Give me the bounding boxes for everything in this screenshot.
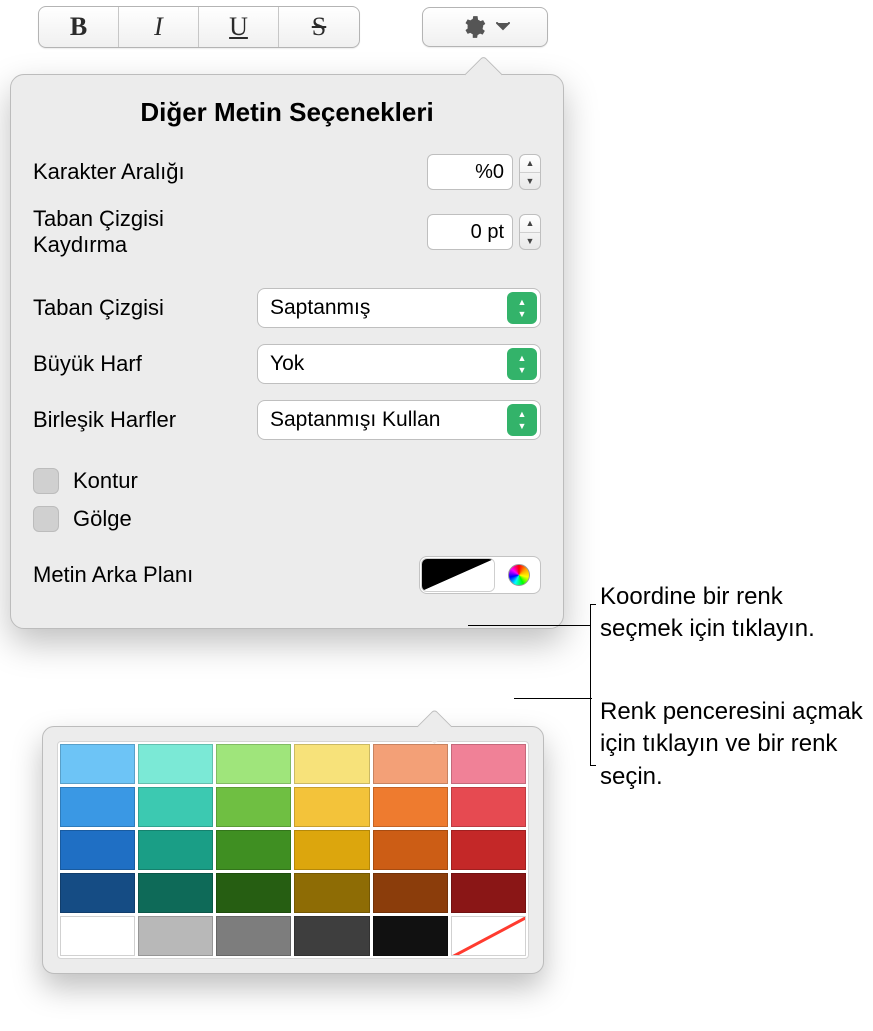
text-background-label: Metin Arka Planı xyxy=(33,562,263,588)
capitalization-label: Büyük Harf xyxy=(33,351,243,377)
baseline-row: Taban Çizgisi Saptanmış ▲▼ xyxy=(11,280,563,336)
color-swatch[interactable] xyxy=(294,916,369,956)
color-swatch[interactable] xyxy=(216,916,291,956)
color-swatch[interactable] xyxy=(216,873,291,913)
more-text-options-button[interactable] xyxy=(422,7,548,47)
text-background-color-well[interactable] xyxy=(421,558,495,592)
color-swatch[interactable] xyxy=(451,830,526,870)
outline-label: Kontur xyxy=(73,468,138,494)
color-swatch[interactable] xyxy=(373,916,448,956)
bold-button[interactable]: B xyxy=(39,7,119,47)
color-swatch[interactable] xyxy=(294,830,369,870)
color-swatch[interactable] xyxy=(216,830,291,870)
popup-arrows-icon: ▲▼ xyxy=(507,404,537,436)
shadow-label: Gölge xyxy=(73,506,132,532)
capitalization-popup[interactable]: Yok ▲▼ xyxy=(257,344,541,384)
character-spacing-step-buttons[interactable]: ▲ ▼ xyxy=(519,154,541,190)
chevron-down-icon xyxy=(496,22,510,32)
callout-line xyxy=(590,765,596,766)
baseline-shift-input[interactable] xyxy=(427,214,513,250)
capitalization-row: Büyük Harf Yok ▲▼ xyxy=(11,336,563,392)
color-wheel-icon xyxy=(508,564,530,586)
callout-line xyxy=(514,698,592,699)
callout-line xyxy=(590,604,591,765)
color-swatch[interactable] xyxy=(373,744,448,784)
underline-button[interactable]: U xyxy=(199,7,279,47)
chevron-down-icon[interactable]: ▼ xyxy=(520,233,540,250)
character-spacing-row: Karakter Aralığı ▲ ▼ xyxy=(11,146,563,198)
text-style-toolbar: B I U S xyxy=(38,6,548,48)
callout-line xyxy=(590,604,596,605)
ligatures-popup[interactable]: Saptanmışı Kullan ▲▼ xyxy=(257,400,541,440)
baseline-shift-label: Taban Çizgisi Kaydırma xyxy=(33,206,243,258)
chevron-down-icon[interactable]: ▼ xyxy=(520,173,540,190)
color-swatch[interactable] xyxy=(138,873,213,913)
color-swatch[interactable] xyxy=(138,830,213,870)
callout-color-wheel: Renk penceresini açmak için tıklayın ve … xyxy=(600,696,870,793)
color-swatch[interactable] xyxy=(451,787,526,827)
color-swatch[interactable] xyxy=(60,916,135,956)
ligatures-label: Birleşik Harfler xyxy=(33,407,243,433)
color-swatch[interactable] xyxy=(138,787,213,827)
color-swatch[interactable] xyxy=(294,744,369,784)
text-background-color-controls xyxy=(419,556,541,594)
ligatures-value: Saptanmışı Kullan xyxy=(270,408,440,432)
callout-color-well: Koordine bir renk seçmek için tıklayın. xyxy=(600,581,870,646)
color-swatch[interactable] xyxy=(60,744,135,784)
color-swatch[interactable] xyxy=(60,787,135,827)
popover-title: Diğer Metin Seçenekleri xyxy=(11,75,563,146)
chevron-up-icon[interactable]: ▲ xyxy=(520,155,540,173)
swatch-none[interactable] xyxy=(451,916,526,956)
color-swatch-popover xyxy=(42,726,544,974)
popup-arrows-icon: ▲▼ xyxy=(507,292,537,324)
color-swatch[interactable] xyxy=(373,873,448,913)
color-swatch[interactable] xyxy=(60,873,135,913)
font-style-segmented: B I U S xyxy=(38,6,360,48)
ligatures-row: Birleşik Harfler Saptanmışı Kullan ▲▼ xyxy=(11,392,563,448)
gear-icon xyxy=(460,14,486,40)
popup-arrows-icon: ▲▼ xyxy=(507,348,537,380)
color-swatch[interactable] xyxy=(451,744,526,784)
color-swatch-grid xyxy=(57,741,529,959)
italic-button[interactable]: I xyxy=(119,7,199,47)
baseline-shift-row: Taban Çizgisi Kaydırma ▲ ▼ xyxy=(11,198,563,266)
color-swatch[interactable] xyxy=(216,787,291,827)
color-swatch[interactable] xyxy=(451,873,526,913)
callout-line xyxy=(468,625,590,626)
color-swatch[interactable] xyxy=(373,830,448,870)
color-swatch[interactable] xyxy=(294,873,369,913)
baseline-shift-stepper[interactable]: ▲ ▼ xyxy=(427,214,541,250)
color-swatch[interactable] xyxy=(294,787,369,827)
shadow-checkbox[interactable] xyxy=(33,506,59,532)
more-text-options-popover: Diğer Metin Seçenekleri Karakter Aralığı… xyxy=(10,74,564,629)
color-swatch[interactable] xyxy=(138,744,213,784)
strikethrough-button[interactable]: S xyxy=(279,7,359,47)
baseline-shift-step-buttons[interactable]: ▲ ▼ xyxy=(519,214,541,250)
color-wheel-button[interactable] xyxy=(499,558,539,592)
baseline-popup[interactable]: Saptanmış ▲▼ xyxy=(257,288,541,328)
color-swatch[interactable] xyxy=(373,787,448,827)
character-spacing-stepper[interactable]: ▲ ▼ xyxy=(427,154,541,190)
color-swatch[interactable] xyxy=(138,916,213,956)
color-swatch[interactable] xyxy=(216,744,291,784)
baseline-value: Saptanmış xyxy=(270,296,370,320)
shadow-row: Gölge xyxy=(11,500,563,538)
character-spacing-input[interactable] xyxy=(427,154,513,190)
capitalization-value: Yok xyxy=(270,352,304,376)
outline-checkbox[interactable] xyxy=(33,468,59,494)
text-background-row: Metin Arka Planı xyxy=(11,548,563,602)
outline-row: Kontur xyxy=(11,462,563,500)
baseline-label: Taban Çizgisi xyxy=(33,295,243,321)
chevron-up-icon[interactable]: ▲ xyxy=(520,215,540,233)
character-spacing-label: Karakter Aralığı xyxy=(33,159,243,185)
color-swatch[interactable] xyxy=(60,830,135,870)
